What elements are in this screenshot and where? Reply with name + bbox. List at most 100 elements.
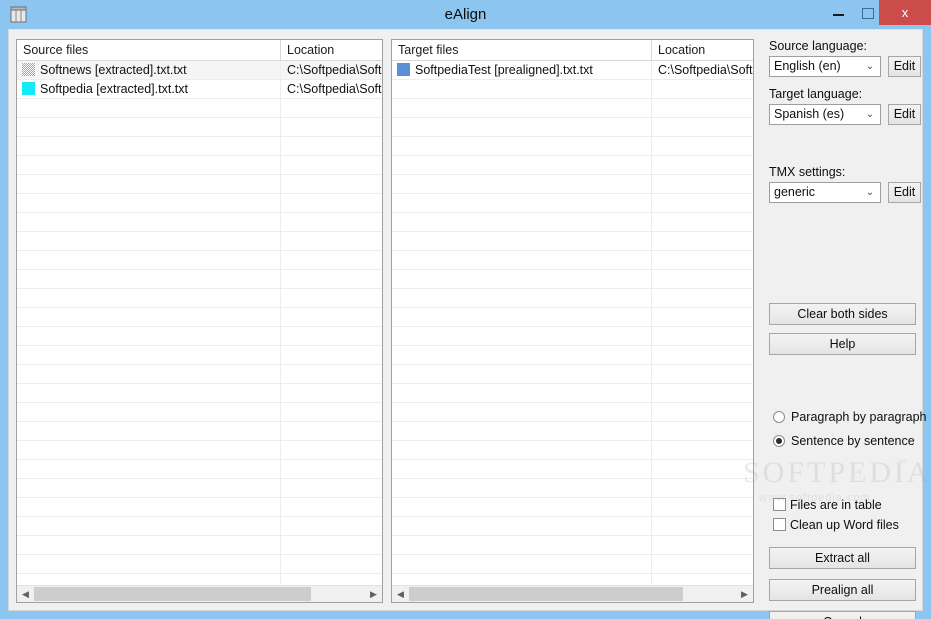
- target-list-body[interactable]: SoftpediaTest [prealigned].txt.txt C:\Sof…: [392, 61, 753, 585]
- source-horizontal-scrollbar[interactable]: ◀ ▶: [17, 585, 382, 602]
- column-header-location[interactable]: Location: [651, 40, 753, 60]
- table-row-empty[interactable]: [392, 422, 753, 441]
- table-row-empty[interactable]: [17, 194, 382, 213]
- maximize-icon: [862, 8, 874, 19]
- edit-target-language-button[interactable]: Edit: [888, 104, 921, 125]
- table-row-empty[interactable]: [17, 403, 382, 422]
- table-row-empty[interactable]: [392, 384, 753, 403]
- table-row-empty[interactable]: [392, 441, 753, 460]
- scrollbar-thumb[interactable]: [409, 587, 683, 601]
- source-language-select[interactable]: English (en) ⌄: [769, 56, 881, 77]
- empty-cell: [280, 232, 382, 250]
- scrollbar-thumb[interactable]: [34, 587, 311, 601]
- table-row-empty[interactable]: [392, 327, 753, 346]
- table-row-empty[interactable]: [392, 498, 753, 517]
- table-row-empty[interactable]: [392, 118, 753, 137]
- table-row-empty[interactable]: [17, 346, 382, 365]
- table-row-empty[interactable]: [392, 232, 753, 251]
- table-row-empty[interactable]: [17, 270, 382, 289]
- table-row[interactable]: Softpedia [extracted].txt.txt C:\Softpedi…: [17, 80, 382, 99]
- target-files-list[interactable]: Target files Location SoftpediaTest [pre…: [391, 39, 754, 603]
- table-row-empty[interactable]: [17, 422, 382, 441]
- cancel-button[interactable]: Cancel: [769, 611, 916, 619]
- extract-all-button[interactable]: Extract all: [769, 547, 916, 569]
- table-row-empty[interactable]: [17, 574, 382, 585]
- table-row-empty[interactable]: [392, 99, 753, 118]
- file-name-cell: SoftpediaTest [prealigned].txt.txt: [392, 61, 656, 79]
- empty-cell: [280, 99, 382, 117]
- source-list-body[interactable]: Softnews [extracted].txt.txt C:\Softpedia…: [17, 61, 382, 585]
- table-row-empty[interactable]: [392, 308, 753, 327]
- checkbox-unchecked-icon: [773, 498, 786, 511]
- table-row-empty[interactable]: [392, 175, 753, 194]
- table-row-empty[interactable]: [392, 460, 753, 479]
- table-row-empty[interactable]: [392, 555, 753, 574]
- empty-cell: [280, 574, 382, 585]
- scroll-left-arrow-icon[interactable]: ◀: [392, 586, 409, 602]
- close-button[interactable]: x: [879, 0, 931, 25]
- table-row-empty[interactable]: [392, 213, 753, 232]
- table-row-empty[interactable]: [17, 441, 382, 460]
- maximize-button[interactable]: [855, 0, 881, 25]
- column-header-location[interactable]: Location: [280, 40, 382, 60]
- table-row-empty[interactable]: [392, 251, 753, 270]
- table-row-empty[interactable]: [392, 156, 753, 175]
- table-row-empty[interactable]: [392, 80, 753, 99]
- table-row-empty[interactable]: [17, 517, 382, 536]
- table-row-empty[interactable]: [392, 403, 753, 422]
- edit-tmx-settings-button[interactable]: Edit: [888, 182, 921, 203]
- minimize-button[interactable]: [823, 0, 853, 25]
- column-header-source-files[interactable]: Source files: [17, 40, 280, 60]
- table-row-empty[interactable]: [17, 384, 382, 403]
- table-row-empty[interactable]: [17, 498, 382, 517]
- table-row-empty[interactable]: [392, 137, 753, 156]
- target-language-select[interactable]: Spanish (es) ⌄: [769, 104, 881, 125]
- source-files-list[interactable]: Source files Location Softnews [extracte…: [16, 39, 383, 603]
- table-row-empty[interactable]: [17, 365, 382, 384]
- scroll-left-arrow-icon[interactable]: ◀: [17, 586, 34, 602]
- table-row-empty[interactable]: [17, 99, 382, 118]
- edit-source-language-button[interactable]: Edit: [888, 56, 921, 77]
- table-row[interactable]: SoftpediaTest [prealigned].txt.txt C:\Sof…: [392, 61, 753, 80]
- clear-both-sides-button[interactable]: Clear both sides: [769, 303, 916, 325]
- table-row-empty[interactable]: [392, 289, 753, 308]
- table-row-empty[interactable]: [17, 289, 382, 308]
- table-row-empty[interactable]: [17, 175, 382, 194]
- checkbox-unchecked-icon: [773, 518, 786, 531]
- table-row-empty[interactable]: [17, 327, 382, 346]
- checkbox-files-are-in-table[interactable]: Files are in table: [773, 498, 882, 512]
- table-row-empty[interactable]: [17, 118, 382, 137]
- column-header-target-files[interactable]: Target files: [392, 40, 651, 60]
- table-row-empty[interactable]: [392, 517, 753, 536]
- table-row-empty[interactable]: [17, 137, 382, 156]
- tmx-settings-select[interactable]: generic ⌄: [769, 182, 881, 203]
- table-row-empty[interactable]: [17, 232, 382, 251]
- empty-cell: [651, 441, 753, 459]
- table-row[interactable]: Softnews [extracted].txt.txt C:\Softpedia…: [17, 61, 382, 80]
- table-row-empty[interactable]: [17, 555, 382, 574]
- table-row-empty[interactable]: [392, 574, 753, 585]
- table-row-empty[interactable]: [17, 213, 382, 232]
- table-row-empty[interactable]: [392, 536, 753, 555]
- scroll-right-arrow-icon[interactable]: ▶: [365, 586, 382, 602]
- radio-paragraph-by-paragraph[interactable]: Paragraph by paragraph: [773, 410, 927, 424]
- radio-sentence-by-sentence[interactable]: Sentence by sentence: [773, 434, 915, 448]
- scroll-right-arrow-icon[interactable]: ▶: [736, 586, 753, 602]
- table-row-empty[interactable]: [17, 536, 382, 555]
- table-row-empty[interactable]: [392, 194, 753, 213]
- target-horizontal-scrollbar[interactable]: ◀ ▶: [392, 585, 753, 602]
- table-row-empty[interactable]: [17, 460, 382, 479]
- table-row-empty[interactable]: [17, 251, 382, 270]
- checkbox-clean-up-word-files[interactable]: Clean up Word files: [773, 518, 899, 532]
- table-row-empty[interactable]: [392, 346, 753, 365]
- table-row-empty[interactable]: [17, 156, 382, 175]
- table-row-empty[interactable]: [17, 308, 382, 327]
- close-icon: x: [901, 5, 909, 20]
- table-row-empty[interactable]: [17, 479, 382, 498]
- empty-cell: [280, 517, 382, 535]
- table-row-empty[interactable]: [392, 479, 753, 498]
- prealign-all-button[interactable]: Prealign all: [769, 579, 916, 601]
- table-row-empty[interactable]: [392, 270, 753, 289]
- table-row-empty[interactable]: [392, 365, 753, 384]
- help-button[interactable]: Help: [769, 333, 916, 355]
